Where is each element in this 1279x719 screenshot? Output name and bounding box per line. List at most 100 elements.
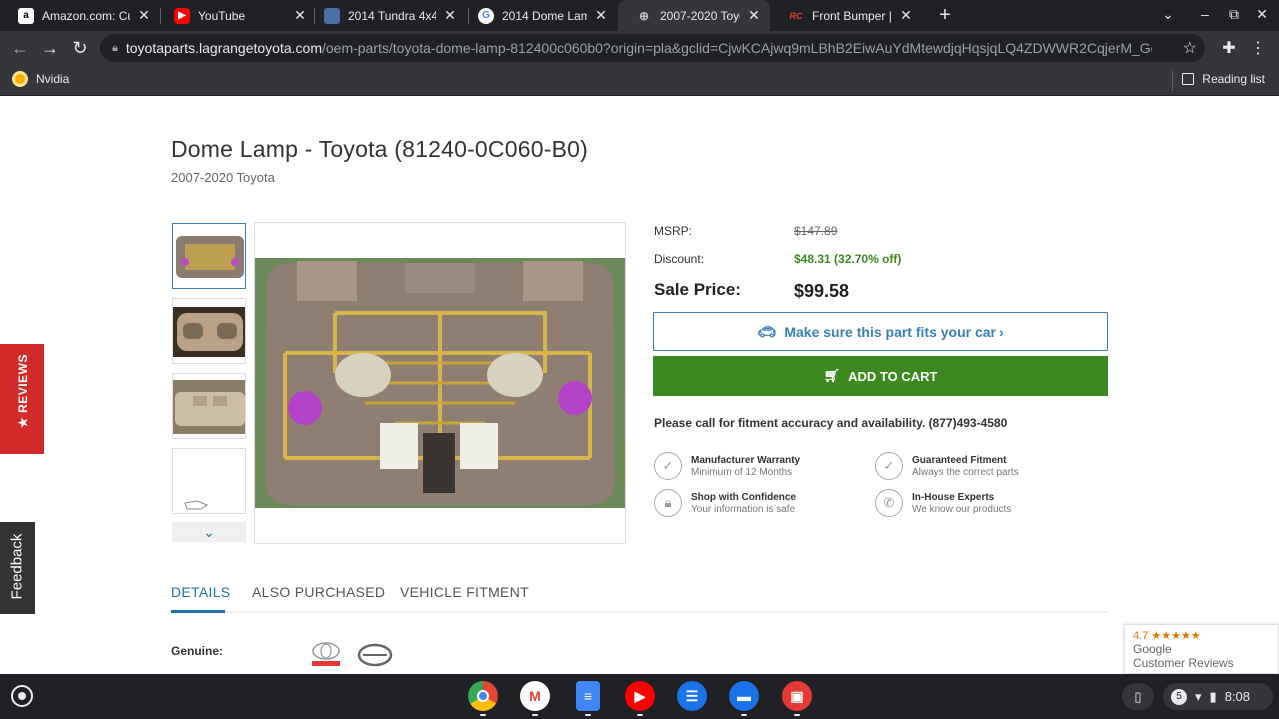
tab-title: 2007-2020 Toyota xyxy=(660,8,740,23)
feature-confidence: 🔒︎ Shop with Confidence Your information … xyxy=(654,489,796,517)
fitment-check-button[interactable]: 🚗︎ Make sure this part fits your car › xyxy=(653,312,1108,351)
chevron-down-icon: ⌄ xyxy=(203,524,215,540)
browser-tab-toyota[interactable]: ⊕ 2007-2020 Toyota ✕ xyxy=(618,0,770,31)
messages-app-icon[interactable]: ☰ xyxy=(677,681,707,711)
google-reviews-badge[interactable]: 4.7 ★★★★★ Google Customer Reviews xyxy=(1124,624,1279,674)
close-icon[interactable]: ✕ xyxy=(593,7,609,24)
browser-tab-youtube[interactable]: ▶ YouTube ✕ xyxy=(156,0,316,31)
wifi-icon: ▾ xyxy=(1195,688,1202,704)
fitment-check-label: Make sure this part fits your car xyxy=(784,323,996,340)
menu-icon[interactable]: ⋮ xyxy=(1248,38,1268,58)
url-path: /oem-parts/toyota-dome-lamp-812400c060b0… xyxy=(321,40,1152,56)
window-close-icon[interactable]: ✕ xyxy=(1252,6,1272,23)
detail-tabs: DETAILS ALSO PURCHASED VEHICLE FITMENT xyxy=(171,576,1108,613)
feature-title: Guaranteed Fitment xyxy=(912,454,1007,466)
status-tray[interactable]: 5 ▾ ▮ 8:08 xyxy=(1163,683,1273,710)
add-to-cart-button[interactable]: 🛒︎ ADD TO CART xyxy=(653,356,1108,396)
shield-check-icon: ✓ xyxy=(654,452,682,480)
browser-tab-bumper[interactable]: RC Front Bumper | To ✕ xyxy=(770,0,922,31)
tab-also-purchased[interactable]: ALSO PURCHASED xyxy=(252,584,385,600)
reviews-label: ★ REVIEWS xyxy=(16,354,30,428)
tab-vehicle-fitment[interactable]: VEHICLE FITMENT xyxy=(400,584,529,600)
toyota-icon: ⊕ xyxy=(638,8,650,23)
back-icon[interactable]: ← xyxy=(9,37,31,59)
feedback-label: Feedback xyxy=(8,533,26,600)
genuine-label: Genuine: xyxy=(171,644,224,658)
new-tab-button[interactable]: + xyxy=(934,4,956,26)
minimize-icon[interactable]: – xyxy=(1195,6,1215,22)
nvidia-icon xyxy=(12,71,28,87)
gmail-app-icon[interactable]: M xyxy=(520,681,550,711)
address-bar[interactable]: 🔒︎ toyotaparts.lagrangetoyota.com /oem-p… xyxy=(100,34,1205,62)
reading-list-button[interactable]: Reading list xyxy=(1182,72,1265,86)
lock-icon: 🔒︎ xyxy=(654,489,682,517)
chevron-right-icon: › xyxy=(999,323,1004,340)
files-app-icon[interactable]: ▬ xyxy=(729,681,759,711)
clock-time: 8:08 xyxy=(1224,689,1250,704)
chrome-app-icon[interactable] xyxy=(468,681,498,711)
feature-title: In-House Experts xyxy=(912,491,995,503)
product-thumbnail[interactable] xyxy=(172,298,246,364)
dome-lamp-thumbnail-image xyxy=(173,224,245,288)
google-icon: G xyxy=(478,7,494,24)
star-rating-icon: ★★★★★ xyxy=(1151,630,1201,642)
running-indicator xyxy=(532,714,538,716)
close-icon[interactable]: ✕ xyxy=(442,7,458,24)
reading-list-label: Reading list xyxy=(1202,72,1265,86)
product-thumbnail[interactable] xyxy=(172,373,246,439)
docs-app-icon[interactable]: ≡ xyxy=(576,681,600,711)
running-indicator xyxy=(794,714,800,716)
tab-title: Front Bumper | To xyxy=(812,8,892,23)
launcher-button[interactable] xyxy=(11,685,33,707)
browser-tab-amazon[interactable]: a Amazon.com: Cup ✕ xyxy=(0,0,160,31)
product-thumbnail[interactable] xyxy=(172,223,246,289)
thumbnail-scroll-down-button[interactable]: ⌄ xyxy=(172,522,246,542)
bookmark-label: Nvidia xyxy=(36,72,70,86)
tab-title: YouTube xyxy=(198,8,246,23)
badge-line-google: Google xyxy=(1133,642,1172,656)
browser-tab-google[interactable]: G 2014 Dome Lamp ✕ xyxy=(460,0,617,31)
running-indicator xyxy=(741,714,747,716)
gallery-app-icon[interactable]: ▣ xyxy=(782,681,812,711)
msrp-value: $147.89 xyxy=(794,224,838,238)
bookmark-star-icon[interactable]: ☆ xyxy=(1183,38,1197,58)
tab-search-icon[interactable]: ⌄ xyxy=(1158,6,1178,23)
youtube-app-icon[interactable]: ▶ xyxy=(625,681,655,711)
lamp-cover-thumbnail-image xyxy=(173,307,245,357)
youtube-icon: ▶ xyxy=(174,7,190,24)
car-icon: 🚗︎ xyxy=(757,323,777,341)
browser-toolbar: ← → ↻ 🔒︎ toyotaparts.lagrangetoyota.com … xyxy=(0,31,1279,65)
tab-title: Amazon.com: Cup xyxy=(42,8,130,23)
close-icon[interactable]: ✕ xyxy=(746,7,762,24)
lamp-side-thumbnail-image xyxy=(173,380,245,434)
launcher-icon xyxy=(18,692,26,700)
feature-title: Shop with Confidence xyxy=(691,491,796,503)
url-host: toyotaparts.lagrangetoyota.com xyxy=(125,40,322,56)
phone-hub-button[interactable]: ▯ xyxy=(1122,683,1154,710)
reload-icon[interactable]: ↻ xyxy=(69,37,91,59)
badge-line-reviews: Customer Reviews xyxy=(1133,656,1234,670)
close-icon[interactable]: ✕ xyxy=(136,7,152,24)
lock-icon: 🔒︎ xyxy=(112,41,118,54)
rating-value: 4.7 xyxy=(1133,630,1149,642)
tab-title: 2014 Tundra 4x4 xyxy=(348,8,436,23)
close-icon[interactable]: ✕ xyxy=(898,7,914,24)
tab-details[interactable]: DETAILS xyxy=(171,584,230,600)
forward-icon[interactable]: → xyxy=(39,37,61,59)
product-main-image[interactable] xyxy=(254,222,626,544)
extensions-icon[interactable]: ✚ xyxy=(1219,38,1239,58)
product-thumbnail[interactable] xyxy=(172,448,246,514)
phone-icon: ✆ xyxy=(875,489,903,517)
battery-icon: ▮ xyxy=(1209,688,1217,704)
feedback-side-tab[interactable]: Feedback xyxy=(0,522,35,614)
discount-value: $48.31 (32.70% off) xyxy=(794,252,902,266)
running-indicator xyxy=(637,714,643,716)
add-to-cart-label: ADD TO CART xyxy=(848,368,938,384)
feature-warranty: ✓ Manufacturer Warranty Minimum of 12 Mon… xyxy=(654,452,800,480)
bookmark-nvidia[interactable]: Nvidia xyxy=(12,71,69,87)
browser-tab-tundra[interactable]: 2014 Tundra 4x4 ✕ xyxy=(306,0,466,31)
reviews-side-tab[interactable]: ★ REVIEWS xyxy=(0,344,44,454)
os-shelf: M ≡ ▶ ☰ ▬ ▣ ▯ 5 ▾ ▮ 8:08 xyxy=(0,674,1279,719)
restore-icon[interactable]: ⧉ xyxy=(1224,6,1244,23)
feature-subtitle: We know our products xyxy=(912,503,1012,515)
